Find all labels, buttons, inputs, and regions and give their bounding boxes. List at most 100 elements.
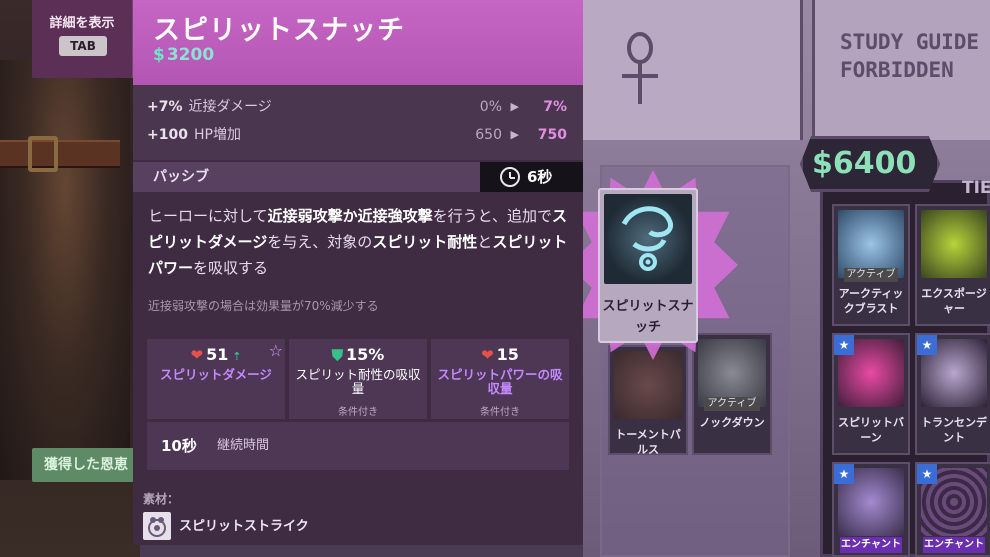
soul-currency-icon: $ [812,146,833,181]
item-title: スピリットスナッチ [153,15,405,46]
shop-card-tag: アクティブ [844,268,898,282]
clock-icon [500,167,520,187]
shop-card-exposure[interactable]: エクスポージャー [915,204,990,326]
star-icon: ★ [834,335,854,355]
passive-note: 近接弱攻撃の場合は効果量が70%減少する [148,299,379,313]
torment-pulse-icon [614,351,682,419]
show-details-toggle[interactable]: 詳細を表示 TAB [32,0,133,78]
material-item-name[interactable]: スピリットストライク [179,515,309,534]
shop-card-name: ノックダウン [699,416,765,429]
stat-bonus-block: +7% 近接ダメージ 0% ▶ 7% +100 HP増加 650 ▶ 750 [133,85,583,160]
stat-name: HP増加 [193,127,241,143]
star-icon: ★ [917,335,937,355]
shop-card-transcendent[interactable]: ★ トランセンデント [915,333,990,455]
effect-value: 51 [206,345,229,364]
tier-price: $6400 [812,146,916,181]
sparkle-star-icon: ☆ [268,341,283,360]
duration-label: 継続時間 [217,438,270,453]
passive-header: パッシブ 6秒 [133,162,583,192]
tier-label: TIE [962,178,990,198]
effect-label: スピリットダメージ [160,367,272,382]
shop-card-name: スピリットバーン [838,416,904,444]
arrow-right-icon: ▶ [510,100,519,113]
exposure-icon [921,210,987,278]
passive-text: を吸収する [193,259,269,277]
shop-card-enchant-1[interactable]: ★ エンチャント [832,462,910,557]
tooltip-header: スピリットスナッチ $3200 [133,0,583,85]
materials-label: 素材： [143,492,180,506]
effect-condition: 条件付き [338,407,378,418]
study-guide-line-2: FORBIDDEN [840,58,954,82]
shop-card-name: トランセンデント [921,416,987,444]
duration-row: 10秒 継続時間 [147,422,569,470]
cooldown-box: 6秒 [480,162,583,192]
effect-value-row: ⛊ 15% [289,345,427,364]
passive-text: と [477,233,493,251]
spirit-snatch-icon [604,194,692,284]
spirit-strike-icon [143,512,171,540]
effect-spirit-resist-absorb: ⛊ 15% スピリット耐性の吸収量 条件付き [289,339,427,419]
stat-row-hp: +100 HP増加 650 ▶ 750 [147,123,567,147]
heart-icon: ❤ [190,346,204,364]
enchant-badge: エンチャント [840,537,902,553]
item-cost: $3200 [153,45,214,65]
stat-base-value: 0% [479,99,502,115]
shop-card-torment-pulse[interactable]: トーメントパルス [608,345,688,456]
shop-card-tag: アクティブ [704,397,760,411]
passive-keyword: スピリット耐性 [372,233,478,251]
shop-card-name: トーメントパルス [615,428,681,456]
tier-price-value: 6400 [832,146,917,181]
stat-row-melee-damage: +7% 近接ダメージ 0% ▶ 7% [147,95,567,119]
stat-result-value: 7% [543,99,567,115]
passive-description: ヒーローに対して近接弱攻撃か近接強攻撃を行うと、追加でスピリットダメージを与え、… [148,203,568,281]
tab-key-hint: TAB [59,36,107,56]
shop-card-enchant-2[interactable]: ★ エンチャント [915,462,990,557]
effect-value-row: ❤ 15 [431,345,569,364]
shop-card-arctic-blast[interactable]: アクティブ アークティックブラスト [832,204,910,326]
shop-card-name: エクスポージャー [921,287,987,315]
effect-spirit-power-absorb: ❤ 15 スピリットパワーの吸収量 条件付き [431,339,569,419]
spirit-snatch-glyph [621,206,674,271]
star-icon: ★ [917,464,937,484]
hovered-item-name: スピリットスナッチ [602,299,694,335]
character-belt [0,140,120,168]
passive-text: ヒーローに対して [148,207,268,225]
effect-value: 15 [496,345,519,364]
ankh-icon [622,32,658,104]
shop-card-knockdown[interactable]: アクティブ ノックダウン [692,333,772,455]
shop-card-name: アークティックブラスト [838,287,904,315]
cooldown-value: 6秒 [527,168,553,186]
soul-currency-icon: $ [153,45,165,65]
effect-stats-grid: ❤ 51 ⇡ スピリットダメージ ☆ ⛊ 15% スピリット耐性の吸収量 条件付き … [147,339,569,471]
passive-text: を与え、対象の [267,233,373,251]
study-guide-line-1: STUDY GUIDE [840,30,980,54]
effect-label: スピリットパワーの吸収量 [437,367,563,396]
study-guide-poster-text: STUDY GUIDE FORBIDDEN [840,28,990,84]
stat-base-value: 650 [475,127,502,143]
enchant-badge: エンチャント [923,537,985,553]
heart-icon: ❤ [481,346,494,364]
spirit-strike-glyph [148,517,166,537]
stat-result-value: 750 [537,127,567,143]
effect-value: 15% [345,345,385,364]
stat-bonus: +100 [147,127,188,143]
character-figure [0,60,130,480]
shop-card-spirit-burn[interactable]: ★ スピリットバーン [832,333,910,455]
star-icon: ★ [834,464,854,484]
acquired-boons-button[interactable]: 獲得した恩恵 [32,448,142,482]
show-details-label: 詳細を表示 [49,16,115,31]
item-cost-value: 3200 [166,45,215,65]
effect-label: スピリット耐性の吸収量 [295,367,421,396]
passive-text: を行うと、追加で [432,207,552,225]
passive-keyword: 近接弱攻撃か近接強攻撃 [267,207,433,225]
duration-value: 10秒 [161,437,197,455]
arrow-right-icon: ▶ [510,128,519,141]
belt-buckle [28,136,58,172]
effect-condition: 条件付き [480,407,520,418]
scaling-icon: ⇡ [228,350,242,363]
stat-bonus: +7% [147,99,183,115]
stat-name: 近接ダメージ [188,99,272,115]
item-tooltip: スピリットスナッチ $3200 +7% 近接ダメージ 0% ▶ 7% +100 HP… [133,0,583,545]
passive-label: パッシブ [153,169,209,185]
shield-icon: ⛊ [331,346,343,364]
